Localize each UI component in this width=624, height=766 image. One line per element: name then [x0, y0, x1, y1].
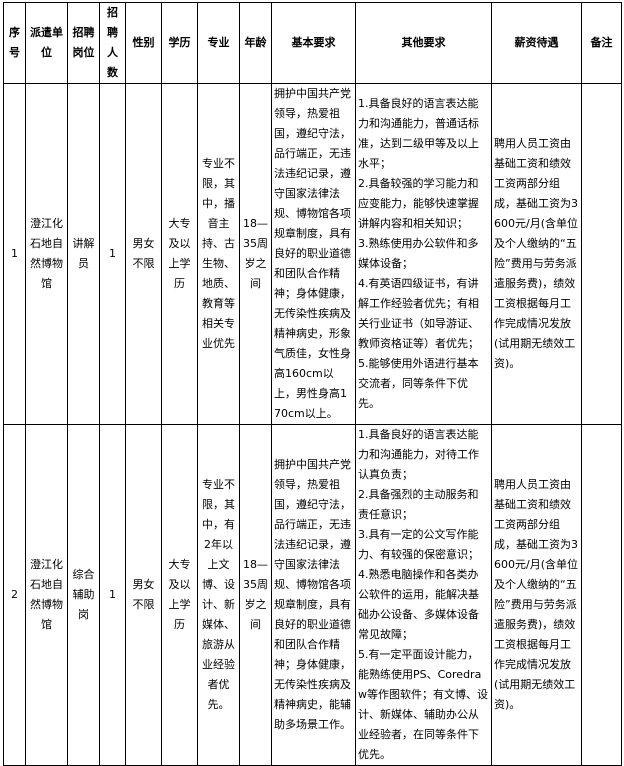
header-salary: 薪资待遇 [491, 2, 582, 84]
cell-note [581, 424, 622, 766]
cell-other: 1.具备良好的语言表达能力和沟通能力，普通话标准，达到二级甲等及以上水平； 2.… [355, 83, 492, 425]
other-item: 2.具备较强的学习能力和应变能力，能够快速掌握讲解内容和相关知识； [358, 177, 479, 230]
other-item: 3.熟练使用办公软件和多媒体设备； [358, 237, 479, 270]
cell-basic: 拥护中国共产党领导，热爱祖国，遵纪守法，品行端正，无违法违纪记录，遵守国家法律法… [271, 424, 356, 766]
header-seq: 序号 [3, 2, 26, 84]
cell-count: 1 [99, 83, 126, 425]
cell-seq: 2 [3, 424, 26, 766]
header-gender: 性别 [125, 2, 162, 84]
other-item: 5.有一定平面设计能力，能熟练使用PS、Coredraw等作图软件；有文博、设计… [358, 648, 488, 761]
cell-age: 18—35周岁之间 [239, 424, 272, 766]
cell-seq: 1 [3, 83, 26, 425]
other-item: 4.有英语四级证书，有讲解工作经验者优先；有相关行业证书（如导游证、教师资格证等… [358, 277, 479, 350]
header-unit: 派遣单位 [25, 2, 68, 84]
table-row: 1 澄江化石地自然博物馆 讲解员 1 男女不限 大专及以上学历 专业不限，其中，… [3, 83, 622, 425]
other-item: 4.熟悉电脑操作和各类办公软件的运用，能解决基础办公设备、多媒体设备常见故障； [358, 568, 479, 641]
cell-note [581, 83, 622, 425]
other-item: 1.具备良好的语言表达能力和沟通能力，对待工作认真负责； [358, 428, 479, 481]
cell-salary: 聘用人员工资由基础工资和绩效工资两部分组成，基础工资为3600元/月(含单位及个… [491, 424, 582, 766]
header-other: 其他要求 [355, 2, 492, 84]
cell-unit: 澄江化石地自然博物馆 [25, 424, 68, 766]
header-age: 年龄 [239, 2, 272, 84]
header-row: 序号 派遣单位 招聘岗位 招聘人数 性别 学历 专业 年龄 基本要求 其他要求 … [3, 2, 622, 84]
cell-post: 综合辅助岗 [67, 424, 100, 766]
cell-edu: 大专及以上学历 [161, 83, 198, 425]
cell-unit: 澄江化石地自然博物馆 [25, 83, 68, 425]
cell-gender: 男女不限 [125, 83, 162, 425]
cell-gender: 男女不限 [125, 424, 162, 766]
cell-age: 18—35周岁之间 [239, 83, 272, 425]
cell-major: 专业不限，其中，有2年以上文博、设计、新媒体、旅游从业经验者优先。 [197, 424, 240, 766]
cell-post: 讲解员 [67, 83, 100, 425]
other-item: 5.能够使用外语进行基本交流者，同等条件下优先。 [358, 357, 479, 410]
header-major: 专业 [197, 2, 240, 84]
header-basic: 基本要求 [271, 2, 356, 84]
cell-count: 1 [99, 424, 126, 766]
cell-basic: 拥护中国共产党领导，热爱祖国，遵纪守法，品行端正，无违法违纪记录，遵守国家法律法… [271, 83, 356, 425]
table-row: 2 澄江化石地自然博物馆 综合辅助岗 1 男女不限 大专及以上学历 专业不限，其… [3, 424, 622, 766]
cell-major: 专业不限，其中，播音主持、古生物、地质、教育等相关专业优先 [197, 83, 240, 425]
cell-edu: 大专及以上学历 [161, 424, 198, 766]
header-note: 备注 [581, 2, 622, 84]
other-item: 3.具有一定的公文写作能力、有较强的保密意识； [358, 528, 479, 561]
cell-other: 1.具备良好的语言表达能力和沟通能力，对待工作认真负责； 2.具备强烈的主动服务… [355, 424, 492, 766]
header-count: 招聘人数 [99, 2, 126, 84]
cell-salary: 聘用人员工资由基础工资和绩效工资两部分组成，基础工资为3600元/月(含单位及个… [491, 83, 582, 425]
header-edu: 学历 [161, 2, 198, 84]
other-item: 1.具备良好的语言表达能力和沟通能力，普通话标准，达到二级甲等及以上水平； [358, 97, 479, 170]
other-item: 2.具备强烈的主动服务和责任意识； [358, 488, 479, 521]
header-post: 招聘岗位 [67, 2, 100, 84]
recruitment-table: 序号 派遣单位 招聘岗位 招聘人数 性别 学历 专业 年龄 基本要求 其他要求 … [3, 2, 622, 766]
